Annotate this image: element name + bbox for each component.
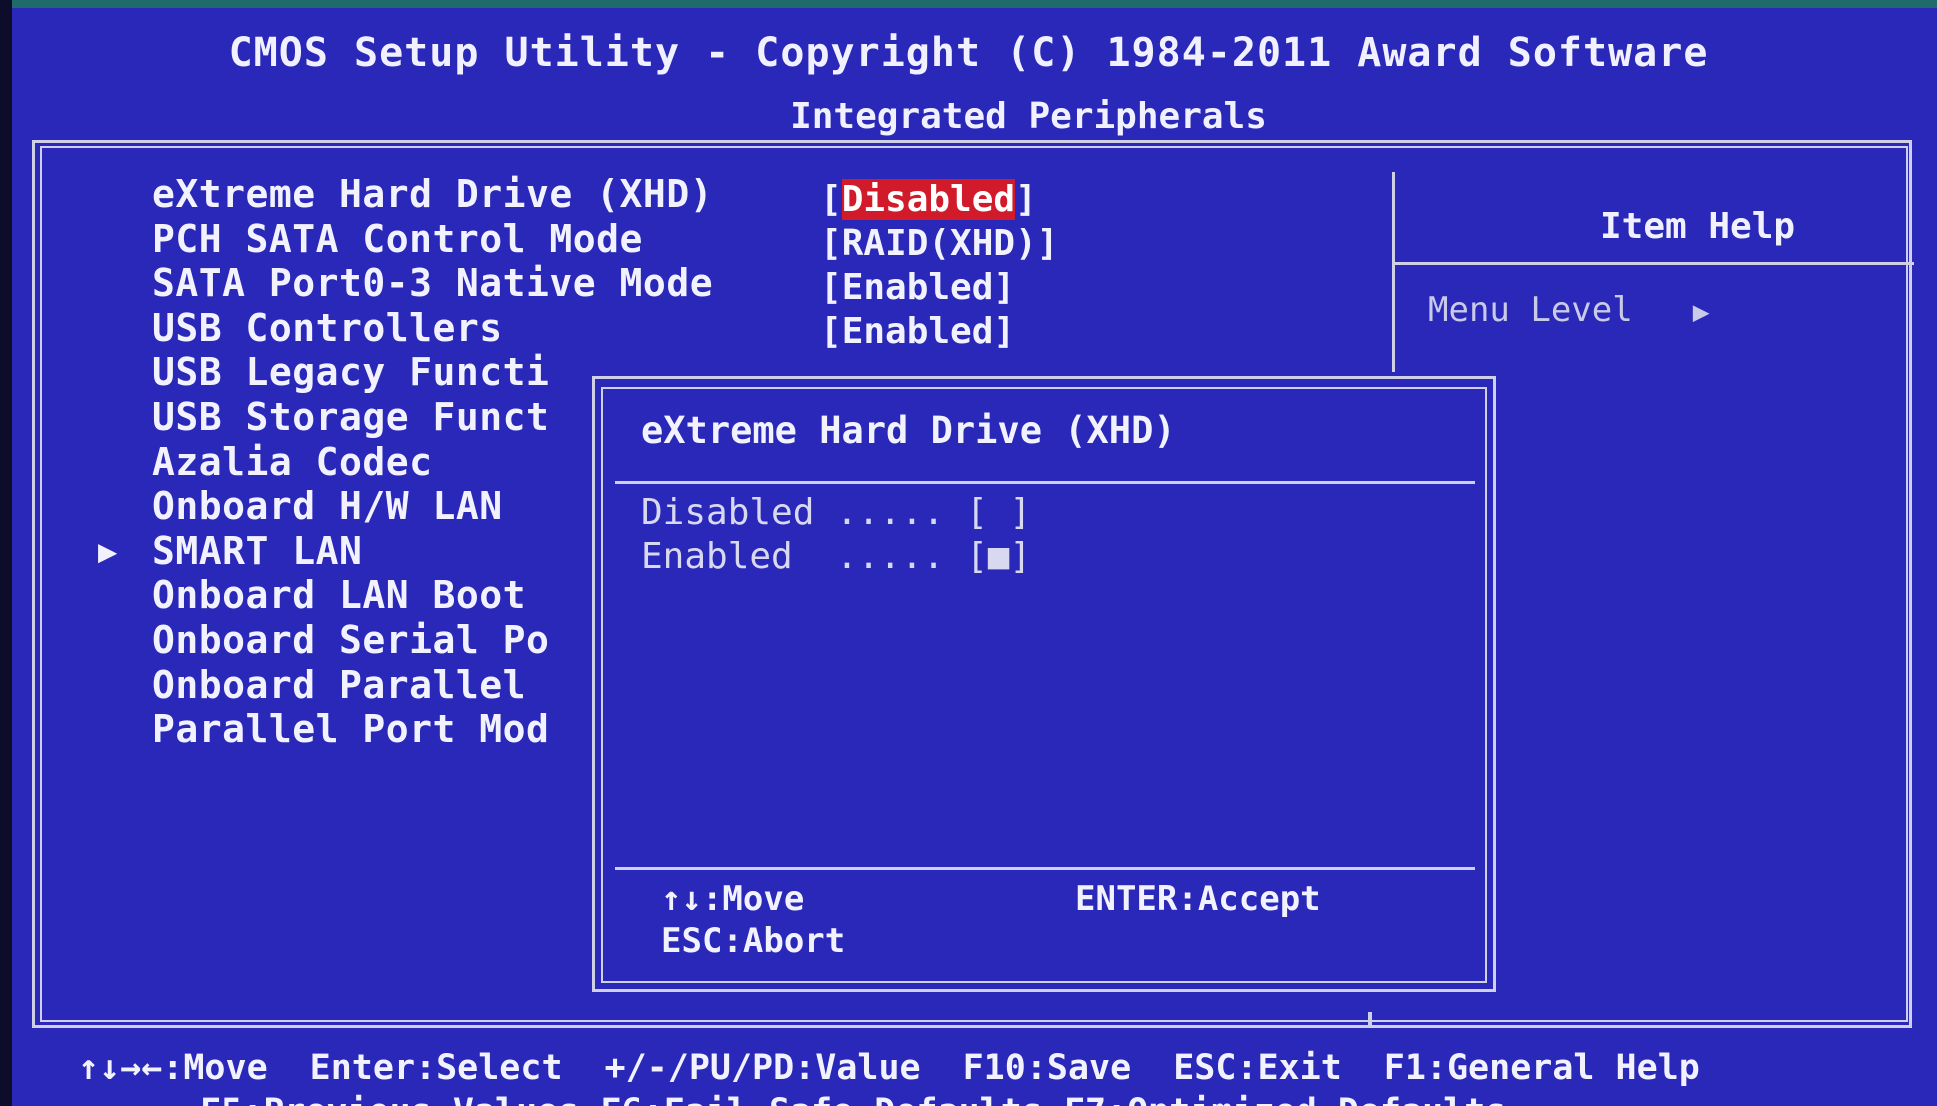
menu-level-arrow-icon: ▶ (1692, 295, 1710, 328)
value-selected-text: Disabled (841, 179, 1016, 220)
key-help-bar-second-line: F5:Previous Values F6:Fail-Safe Defaults… (200, 1092, 1506, 1106)
option-dialog-choices: Disabled ..... [ ] Enabled ..... [■] (641, 491, 1031, 579)
monitor-top-edge (0, 0, 1937, 8)
value-bracket-close: ] (1036, 223, 1059, 264)
menu-level-indicator: Menu Level ▶ (1428, 290, 1710, 330)
option-dialog-title: eXtreme Hard Drive (XHD) (641, 409, 1176, 452)
value-text: RAID(XHD) (841, 223, 1037, 264)
value-usb-controllers[interactable]: [Enabled] (820, 310, 1058, 354)
value-bracket-open: [ (820, 311, 842, 352)
value-text: Enabled (841, 311, 994, 352)
submenu-arrow-icon: ▶ (98, 532, 118, 570)
value-bracket-close: ] (1015, 179, 1037, 220)
setting-usb-controllers[interactable]: USB Controllers (152, 306, 713, 351)
value-bracket-close: ] (993, 311, 1016, 352)
option-dots: ..... (814, 492, 967, 533)
value-bracket-open: [ (820, 267, 842, 308)
option-label: Disabled (641, 492, 815, 533)
setting-sata-port-native-mode[interactable]: SATA Port0-3 Native Mode (152, 261, 713, 306)
option-dialog-divider-top (615, 481, 1475, 484)
option-enabled[interactable]: Enabled ..... [■] (641, 535, 1031, 579)
frame-tick-mark (1368, 1012, 1372, 1026)
dialog-abort-hint: ESC:Abort (661, 921, 846, 961)
value-bracket-open: [ (820, 179, 842, 220)
option-disabled[interactable]: Disabled ..... [ ] (641, 491, 1031, 535)
key-hint-value: +/-/PU/PD:Value (604, 1048, 921, 1088)
option-checkbox: [ ] (966, 492, 1032, 533)
monitor-left-edge (0, 0, 12, 1106)
bios-screen: CMOS Setup Utility - Copyright (C) 1984-… (0, 0, 1937, 1106)
item-help-heading: Item Help (1600, 206, 1796, 247)
key-hint-move: ↑↓→←:Move (78, 1048, 268, 1088)
key-hint-select: Enter:Select (309, 1048, 563, 1088)
value-bracket-open: [ (820, 223, 842, 264)
value-pch-sata-control-mode[interactable]: [RAID(XHD)] (820, 222, 1058, 266)
bios-title: CMOS Setup Utility - Copyright (C) 1984-… (228, 30, 1709, 76)
setting-pch-sata-control-mode[interactable]: PCH SATA Control Mode (152, 217, 713, 262)
option-checkbox: [■] (966, 536, 1032, 577)
value-bracket-close: ] (993, 267, 1016, 308)
option-dialog: eXtreme Hard Drive (XHD) Disabled ..... … (592, 376, 1496, 992)
option-dots: ..... (814, 536, 967, 577)
help-panel-divider-horizontal (1394, 262, 1914, 265)
dialog-move-hint: ↑↓:Move (661, 879, 805, 919)
settings-values: [Disabled] [RAID(XHD)] [Enabled] [Enable… (820, 178, 1058, 354)
menu-level-label: Menu Level (1428, 290, 1633, 330)
key-hint-exit: ESC:Exit (1173, 1048, 1342, 1088)
key-help-bar: ↑↓→←:Move Enter:Select +/-/PU/PD:Value F10:… (78, 1048, 1742, 1088)
option-label: Enabled (641, 536, 815, 577)
help-panel-divider-vertical (1392, 172, 1395, 372)
value-text: Enabled (841, 267, 994, 308)
key-hint-general-help: F1:General Help (1383, 1048, 1700, 1088)
option-dialog-divider-bottom (615, 867, 1475, 870)
dialog-accept-hint: ENTER:Accept (1075, 879, 1321, 919)
value-sata-port-native-mode[interactable]: [Enabled] (820, 266, 1058, 310)
page-title: Integrated Peripherals (790, 96, 1267, 137)
key-hint-save: F10:Save (962, 1048, 1132, 1088)
value-extreme-hard-drive[interactable]: [Disabled] (820, 178, 1058, 222)
setting-extreme-hard-drive[interactable]: eXtreme Hard Drive (XHD) (152, 172, 713, 217)
